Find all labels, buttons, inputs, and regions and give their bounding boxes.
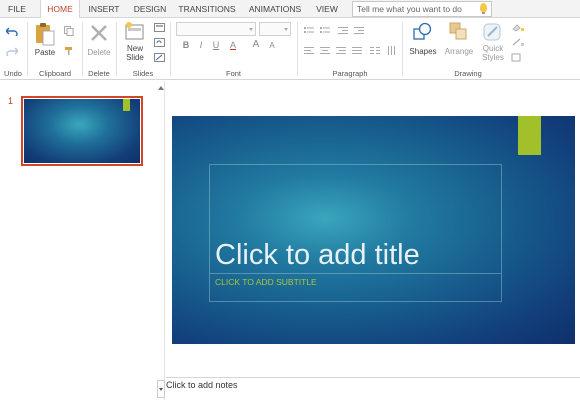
clipboard-group-label: Clipboard: [38, 69, 72, 78]
delete-group-label: Delete: [88, 69, 110, 78]
arrange-button[interactable]: Arrange: [441, 47, 477, 56]
notes-pane[interactable]: Click to add notes: [166, 377, 580, 400]
copy-icon[interactable]: [64, 26, 74, 36]
section-icon[interactable]: [154, 53, 165, 62]
delete-x-icon[interactable]: [90, 24, 108, 42]
arrange-icon[interactable]: [449, 22, 471, 42]
thumbnail-preview: [24, 99, 140, 163]
new-slide-icon[interactable]: [125, 22, 145, 42]
new-slide-label-line1: New: [126, 44, 143, 53]
underline-button[interactable]: U: [211, 40, 221, 50]
format-painter-icon[interactable]: [64, 46, 74, 56]
increase-indent-icon[interactable]: [354, 26, 365, 36]
scroll-up-icon[interactable]: [158, 86, 164, 90]
justify-icon[interactable]: [352, 46, 363, 56]
ribbon-tab-bar: FILE HOME INSERT DESIGN TRANSITIONS ANIM…: [0, 0, 580, 19]
title-placeholder-text: Click to add title: [215, 239, 420, 271]
slide-editor: Click to add title CLICK TO ADD SUBTITLE: [166, 81, 580, 377]
drawing-group-label: Drawing: [454, 69, 482, 78]
grow-font-button[interactable]: A: [251, 40, 261, 50]
layout-icon[interactable]: [154, 23, 165, 32]
paragraph-group-label: Paragraph: [332, 69, 368, 78]
tab-insert[interactable]: INSERT: [83, 0, 125, 18]
new-slide-button[interactable]: New Slide: [119, 44, 151, 62]
quick-styles-label-line2: Styles: [482, 53, 504, 62]
shapes-icon[interactable]: [413, 22, 433, 42]
subtitle-placeholder-text: CLICK TO ADD SUBTITLE: [215, 277, 317, 287]
tab-animations[interactable]: ANIMATIONS: [243, 0, 307, 18]
align-left-icon[interactable]: [304, 46, 315, 56]
italic-button[interactable]: I: [196, 40, 206, 50]
tab-design[interactable]: DESIGN: [128, 0, 172, 18]
reset-slide-icon[interactable]: [154, 38, 165, 47]
shapes-button[interactable]: Shapes: [405, 47, 441, 56]
delete-button[interactable]: Delete: [83, 48, 115, 57]
quick-styles-label-line1: Quick: [482, 44, 504, 53]
undo-group: Undo: [0, 18, 26, 80]
font-group-label: Font: [225, 69, 241, 78]
slide-thumbnail-pane: 1: [0, 81, 158, 400]
redo-icon[interactable]: [6, 46, 18, 56]
new-slide-label-line2: Slide: [126, 53, 144, 62]
subtitle-placeholder[interactable]: CLICK TO ADD SUBTITLE: [209, 274, 502, 302]
font-size-dropdown[interactable]: [259, 22, 291, 36]
paste-button[interactable]: Paste: [30, 48, 60, 57]
delete-group: Delete Delete: [83, 18, 115, 80]
thumbnail-accent-bar: [123, 99, 130, 111]
align-right-icon[interactable]: [336, 46, 347, 56]
bold-button[interactable]: B: [181, 40, 191, 50]
tab-transitions[interactable]: TRANSITIONS: [175, 0, 239, 18]
shape-outline-icon[interactable]: [511, 38, 525, 47]
align-center-icon[interactable]: [320, 46, 331, 56]
slides-group: New Slide Slides: [117, 18, 169, 80]
chevron-down-icon: [249, 28, 253, 31]
undo-icon[interactable]: [6, 26, 18, 36]
quick-styles-button[interactable]: Quick Styles: [475, 44, 511, 62]
slide-accent-bar: [518, 116, 541, 155]
shrink-font-button[interactable]: A: [267, 41, 277, 51]
slide-canvas[interactable]: Click to add title CLICK TO ADD SUBTITLE: [172, 116, 575, 344]
notes-toggle-button[interactable]: [157, 380, 165, 398]
decrease-indent-icon[interactable]: [338, 26, 349, 36]
tab-home[interactable]: HOME: [40, 0, 80, 19]
paste-icon[interactable]: [35, 22, 55, 46]
slide-number: 1: [8, 96, 14, 106]
tab-view[interactable]: VIEW: [310, 0, 344, 18]
notes-placeholder: Click to add notes: [166, 380, 238, 390]
font-group: B I U A A A Font: [171, 18, 296, 80]
slides-group-label: Slides: [132, 69, 154, 78]
quick-styles-icon[interactable]: [483, 22, 503, 42]
title-placeholder[interactable]: Click to add title: [209, 164, 502, 274]
slide-thumbnail[interactable]: [21, 96, 143, 166]
font-name-dropdown[interactable]: [176, 22, 256, 36]
paragraph-group: Paragraph: [298, 18, 402, 80]
ribbon: Undo Paste Clipboard Delete Delete New S…: [0, 18, 580, 90]
lightbulb-icon: [480, 3, 487, 14]
undo-group-label: Undo: [4, 69, 22, 78]
drawing-group: Shapes Arrange Quick Styles Drawing: [403, 18, 533, 80]
shape-effects-icon[interactable]: [511, 53, 525, 62]
font-color-button[interactable]: A: [227, 40, 239, 50]
clipboard-group: Paste Clipboard: [28, 18, 82, 80]
shape-fill-icon[interactable]: [511, 23, 525, 32]
numbering-icon[interactable]: [320, 26, 331, 36]
tell-me-placeholder: Tell me what you want to do: [357, 4, 462, 14]
tell-me-search-input[interactable]: Tell me what you want to do: [352, 1, 492, 17]
chevron-down-icon: [284, 28, 288, 31]
pane-splitter-scrollbar[interactable]: [157, 81, 165, 400]
tab-file[interactable]: FILE: [0, 0, 34, 18]
text-direction-icon[interactable]: [386, 46, 397, 56]
columns-icon[interactable]: [370, 46, 381, 56]
